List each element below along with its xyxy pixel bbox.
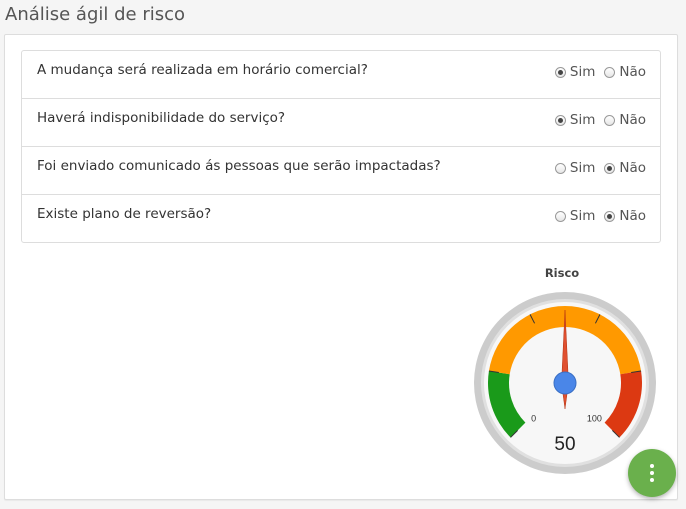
yes-radio[interactable] <box>554 210 566 222</box>
gauge-title: Risco <box>544 266 580 280</box>
no-radio[interactable] <box>604 210 616 222</box>
answer-no-option[interactable]: Não <box>604 160 646 176</box>
question-row: Foi enviado comunicado ás pessoas que se… <box>22 146 660 194</box>
question-row: Haverá indisponibilidade do serviço? Sim… <box>22 98 660 146</box>
answer-options: Sim Não <box>546 64 646 80</box>
gauge-needle-hub <box>553 371 577 395</box>
question-text: Haverá indisponibilidade do serviço? <box>37 110 286 126</box>
no-label: Não <box>619 160 646 176</box>
yes-label: Sim <box>569 112 596 128</box>
gauge-svg: 0 100 50 <box>474 292 656 474</box>
no-radio[interactable] <box>604 66 616 78</box>
risk-analysis-panel: A mudança será realizada em horário come… <box>4 34 678 500</box>
question-row: A mudança será realizada em horário come… <box>22 51 660 98</box>
answer-options: Sim Não <box>546 208 646 224</box>
yes-radio[interactable] <box>554 114 566 126</box>
gauge-value-text: 50 <box>554 434 575 455</box>
no-label: Não <box>619 64 646 80</box>
answer-yes-option[interactable]: Sim <box>554 160 596 176</box>
yes-radio[interactable] <box>554 66 566 78</box>
risk-gauge: Risco 0 100 50 <box>467 263 657 493</box>
answer-no-option[interactable]: Não <box>604 208 646 224</box>
no-radio[interactable] <box>604 162 616 174</box>
no-label: Não <box>619 112 646 128</box>
question-text: A mudança será realizada em horário come… <box>37 62 368 78</box>
answer-options: Sim Não <box>546 112 646 128</box>
question-text: Foi enviado comunicado ás pessoas que se… <box>37 158 441 174</box>
more-actions-button[interactable] <box>628 449 676 497</box>
page-title: Análise ágil de risco <box>5 4 186 25</box>
question-list: A mudança será realizada em horário come… <box>21 50 661 243</box>
gauge-max-label: 100 <box>587 413 602 423</box>
gauge-min-label: 0 <box>531 413 536 423</box>
answer-yes-option[interactable]: Sim <box>554 208 596 224</box>
no-label: Não <box>619 208 646 224</box>
yes-radio[interactable] <box>554 162 566 174</box>
yes-label: Sim <box>569 160 596 176</box>
no-radio[interactable] <box>604 114 616 126</box>
answer-no-option[interactable]: Não <box>604 64 646 80</box>
answer-no-option[interactable]: Não <box>604 112 646 128</box>
question-row: Existe plano de reversão? Sim Não <box>22 194 660 242</box>
question-text: Existe plano de reversão? <box>37 206 212 222</box>
answer-yes-option[interactable]: Sim <box>554 112 596 128</box>
yes-label: Sim <box>569 208 596 224</box>
yes-label: Sim <box>569 64 596 80</box>
more-vertical-icon <box>650 463 654 484</box>
answer-options: Sim Não <box>546 160 646 176</box>
answer-yes-option[interactable]: Sim <box>554 64 596 80</box>
